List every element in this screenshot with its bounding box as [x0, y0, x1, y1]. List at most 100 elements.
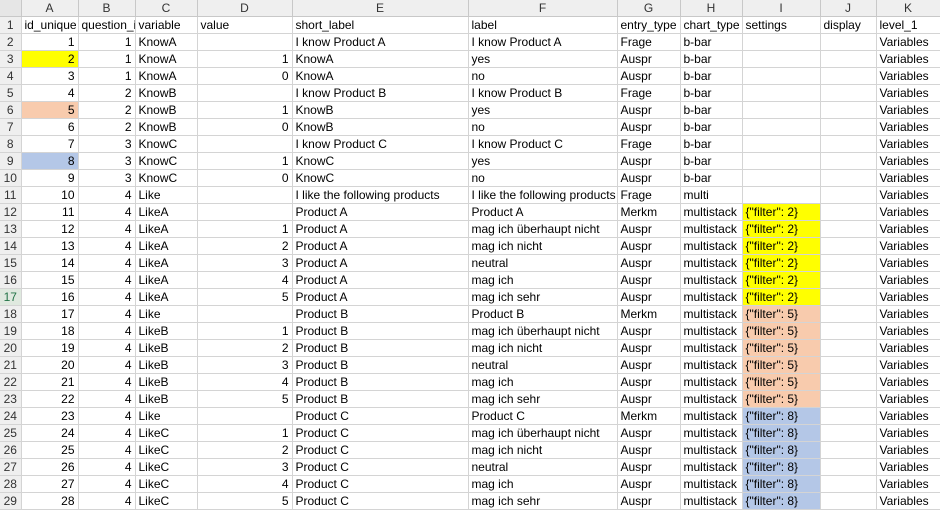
cell-e[interactable]: Product B [292, 390, 469, 408]
cell-k[interactable]: Variables [876, 67, 940, 85]
cell-k[interactable]: Variables [876, 152, 940, 170]
cell-b[interactable]: question_i [78, 16, 136, 34]
cell-h[interactable]: multistack [680, 271, 743, 289]
cell-c[interactable]: LikeA [135, 271, 198, 289]
column-header-c[interactable]: C [135, 0, 198, 17]
row-header[interactable]: 19 [0, 322, 22, 340]
cell-i[interactable] [742, 186, 821, 204]
cell-c[interactable]: KnowB [135, 118, 198, 136]
cell-a[interactable]: 5 [21, 101, 79, 119]
cell-k[interactable]: Variables [876, 407, 940, 425]
cell-f[interactable]: mag ich nicht [468, 441, 618, 459]
cell-e[interactable]: I like the following products [292, 186, 469, 204]
cell-j[interactable] [820, 271, 877, 289]
cell-c[interactable]: Like [135, 407, 198, 425]
cell-e[interactable]: Product A [292, 237, 469, 255]
cell-g[interactable]: Auspr [617, 322, 681, 340]
column-header-d[interactable]: D [197, 0, 293, 17]
cell-e[interactable]: Product C [292, 424, 469, 442]
cell-c[interactable]: KnowC [135, 152, 198, 170]
row-header[interactable]: 4 [0, 67, 22, 85]
cell-d[interactable]: 2 [197, 339, 293, 357]
cell-h[interactable]: b-bar [680, 84, 743, 102]
cell-j[interactable] [820, 492, 877, 510]
cell-g[interactable]: Merkm [617, 407, 681, 425]
cell-b[interactable]: 2 [78, 84, 136, 102]
cell-j[interactable] [820, 237, 877, 255]
cell-h[interactable]: multistack [680, 390, 743, 408]
cell-g[interactable]: entry_type [617, 16, 681, 34]
cell-e[interactable]: I know Product B [292, 84, 469, 102]
cell-e[interactable]: I know Product C [292, 135, 469, 153]
cell-i[interactable]: {"filter": 5} [742, 390, 821, 408]
cell-h[interactable]: multistack [680, 458, 743, 476]
cell-k[interactable]: Variables [876, 475, 940, 493]
cell-i[interactable]: {"filter": 5} [742, 305, 821, 323]
cell-b[interactable]: 4 [78, 492, 136, 510]
cell-h[interactable]: multi [680, 186, 743, 204]
cell-h[interactable]: b-bar [680, 101, 743, 119]
cell-k[interactable]: Variables [876, 441, 940, 459]
cell-k[interactable]: Variables [876, 390, 940, 408]
cell-c[interactable]: KnowA [135, 50, 198, 68]
cell-f[interactable]: mag ich [468, 271, 618, 289]
cell-d[interactable]: 0 [197, 67, 293, 85]
cell-i[interactable]: {"filter": 2} [742, 203, 821, 221]
cell-h[interactable]: b-bar [680, 135, 743, 153]
row-header[interactable]: 25 [0, 424, 22, 442]
select-all-corner[interactable] [0, 0, 22, 17]
cell-g[interactable]: Auspr [617, 424, 681, 442]
cell-h[interactable]: b-bar [680, 152, 743, 170]
cell-c[interactable]: KnowC [135, 135, 198, 153]
cell-k[interactable]: Variables [876, 169, 940, 187]
row-header[interactable]: 13 [0, 220, 22, 238]
cell-h[interactable]: multistack [680, 305, 743, 323]
cell-i[interactable]: {"filter": 5} [742, 322, 821, 340]
cell-i[interactable] [742, 118, 821, 136]
cell-d[interactable]: 1 [197, 220, 293, 238]
cell-b[interactable]: 4 [78, 322, 136, 340]
column-header-b[interactable]: B [78, 0, 136, 17]
cell-k[interactable]: Variables [876, 322, 940, 340]
cell-g[interactable]: Merkm [617, 203, 681, 221]
cell-g[interactable]: Frage [617, 135, 681, 153]
cell-j[interactable] [820, 390, 877, 408]
cell-h[interactable]: b-bar [680, 118, 743, 136]
cell-f[interactable]: yes [468, 50, 618, 68]
cell-f[interactable]: mag ich nicht [468, 237, 618, 255]
cell-f[interactable]: mag ich überhaupt nicht [468, 220, 618, 238]
cell-a[interactable]: 19 [21, 339, 79, 357]
cell-b[interactable]: 2 [78, 118, 136, 136]
cell-h[interactable]: b-bar [680, 50, 743, 68]
row-header[interactable]: 5 [0, 84, 22, 102]
cell-a[interactable]: 25 [21, 441, 79, 459]
cell-k[interactable]: Variables [876, 305, 940, 323]
cell-h[interactable]: multistack [680, 203, 743, 221]
row-header[interactable]: 1 [0, 16, 22, 34]
cell-d[interactable] [197, 186, 293, 204]
cell-e[interactable]: Product A [292, 203, 469, 221]
cell-b[interactable]: 2 [78, 101, 136, 119]
cell-h[interactable]: multistack [680, 220, 743, 238]
cell-k[interactable]: level_1 [876, 16, 940, 34]
cell-c[interactable]: LikeA [135, 237, 198, 255]
cell-f[interactable]: mag ich sehr [468, 390, 618, 408]
cell-e[interactable]: Product A [292, 271, 469, 289]
cell-d[interactable]: 1 [197, 322, 293, 340]
cell-c[interactable]: KnowB [135, 84, 198, 102]
cell-a[interactable]: id_unique [21, 16, 79, 34]
cell-a[interactable]: 14 [21, 254, 79, 272]
row-header[interactable]: 2 [0, 33, 22, 51]
column-header-g[interactable]: G [617, 0, 681, 17]
cell-g[interactable]: Auspr [617, 492, 681, 510]
cell-i[interactable]: {"filter": 8} [742, 475, 821, 493]
cell-e[interactable]: Product C [292, 475, 469, 493]
cell-b[interactable]: 1 [78, 67, 136, 85]
cell-j[interactable] [820, 84, 877, 102]
cell-e[interactable]: KnowA [292, 50, 469, 68]
cell-a[interactable]: 9 [21, 169, 79, 187]
column-header-j[interactable]: J [820, 0, 877, 17]
cell-c[interactable]: LikeA [135, 220, 198, 238]
cell-e[interactable]: KnowC [292, 169, 469, 187]
cell-d[interactable] [197, 305, 293, 323]
